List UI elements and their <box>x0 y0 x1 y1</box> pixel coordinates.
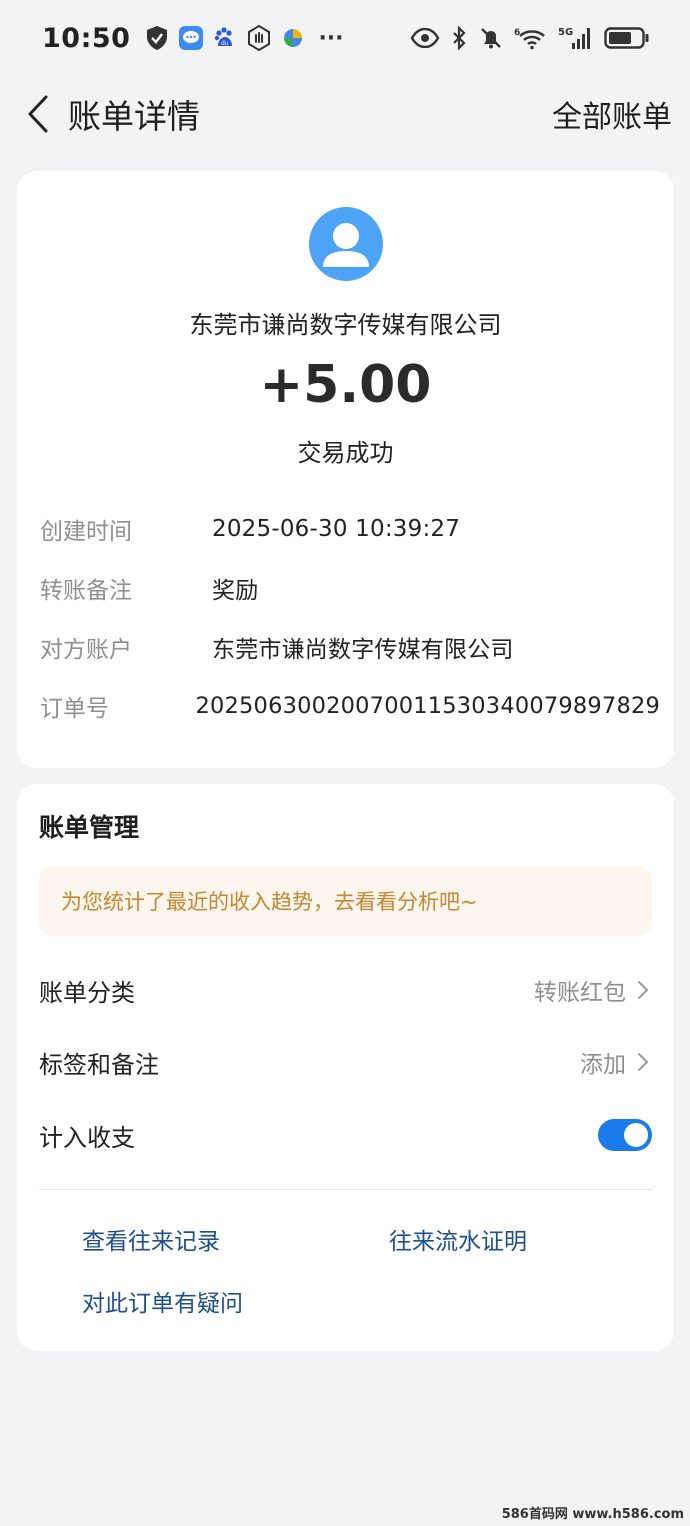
back-arrow-icon <box>28 95 48 133</box>
include-in-budget-row: 计入收支 <box>39 1111 652 1159</box>
page-title: 账单详情 <box>68 97 200 136</box>
app-header: 账单详情 全部账单 <box>0 76 690 152</box>
battery-icon <box>604 25 650 51</box>
info-label: 创建时间 <box>40 519 132 545</box>
status-time: 10:50 <box>42 22 131 54</box>
status-bar-right: 6 5G <box>410 25 650 51</box>
bill-detail-card: 东莞市谦尚数字传媒有限公司 +5.00 交易成功 创建时间 2025-06-30… <box>17 171 674 768</box>
section-title: 账单管理 <box>39 813 140 842</box>
svg-text:5G: 5G <box>558 27 573 38</box>
bluetooth-icon <box>450 25 468 51</box>
info-label: 对方账户 <box>40 637 132 663</box>
signal-5g-icon: 5G <box>558 25 594 51</box>
svg-text:du: du <box>221 40 229 47</box>
baidu-paw-icon: du <box>212 25 238 51</box>
wifi-icon: 6 <box>514 25 548 51</box>
info-label: 订单号 <box>40 696 109 722</box>
include-in-budget-toggle[interactable] <box>598 1119 652 1151</box>
hand-stop-icon <box>246 25 272 51</box>
bill-manage-card: 账单管理 为您统计了最近的收入趋势，去看看分析吧~ 账单分类 转账红包 标签和备… <box>17 784 674 1351</box>
bell-muted-icon <box>478 25 504 51</box>
divider <box>39 1189 652 1190</box>
income-trend-tip[interactable]: 为您统计了最近的收入趋势，去看看分析吧~ <box>39 866 652 936</box>
user-icon <box>323 223 369 267</box>
avatar <box>309 207 383 281</box>
info-row-created-time: 创建时间 2025-06-30 10:39:27 <box>40 509 660 549</box>
info-value: 2025-06-30 10:39:27 <box>212 516 461 542</box>
order-question-link[interactable]: 对此订单有疑问 <box>82 1284 243 1318</box>
info-value: 东莞市谦尚数字传媒有限公司 <box>212 637 514 663</box>
tags-notes-row[interactable]: 标签和备注 添加 <box>39 1038 652 1086</box>
row-value: 转账红包 <box>534 980 626 1006</box>
row-label: 账单分类 <box>39 978 135 1007</box>
info-label: 转账备注 <box>40 578 132 604</box>
shield-icon <box>144 25 170 51</box>
row-right: 转账红包 <box>534 973 652 1007</box>
info-row-order-number: 订单号 20250630020070011530340079897829 <box>40 686 660 726</box>
eye-icon <box>410 25 440 51</box>
row-label: 标签和备注 <box>39 1050 159 1079</box>
back-button[interactable] <box>18 94 58 134</box>
transaction-status: 交易成功 <box>297 439 394 467</box>
view-history-link[interactable]: 查看往来记录 <box>82 1222 220 1256</box>
info-value: 奖励 <box>212 578 259 604</box>
status-bar: 10:50 du ··· 6 5G <box>0 0 690 76</box>
amount: +5.00 <box>259 355 432 415</box>
row-value: 添加 <box>580 1052 626 1078</box>
merchant-name: 东莞市谦尚数字传媒有限公司 <box>189 311 502 339</box>
more-notifications-icon: ··· <box>318 25 344 51</box>
info-value[interactable]: 20250630020070011530340079897829 <box>196 693 661 719</box>
toggle-knob <box>624 1123 648 1147</box>
info-row-transfer-note: 转账备注 奖励 <box>40 568 660 608</box>
svg-text:6: 6 <box>514 28 520 38</box>
info-row-counterparty: 对方账户 东莞市谦尚数字传媒有限公司 <box>40 627 660 667</box>
row-label: 计入收支 <box>39 1123 135 1152</box>
all-bills-link[interactable]: 全部账单 <box>552 92 672 136</box>
chevron-right-icon <box>634 981 652 999</box>
message-icon <box>178 25 204 51</box>
watermark: 586首码网 www.h586.com <box>501 1507 684 1522</box>
bill-category-row[interactable]: 账单分类 转账红包 <box>39 966 652 1014</box>
pinwheel-icon <box>280 25 306 51</box>
status-bar-left: 10:50 du ··· <box>42 23 344 54</box>
chevron-right-icon <box>634 1053 652 1071</box>
row-right: 添加 <box>580 1045 652 1079</box>
transaction-proof-link[interactable]: 往来流水证明 <box>389 1222 527 1256</box>
